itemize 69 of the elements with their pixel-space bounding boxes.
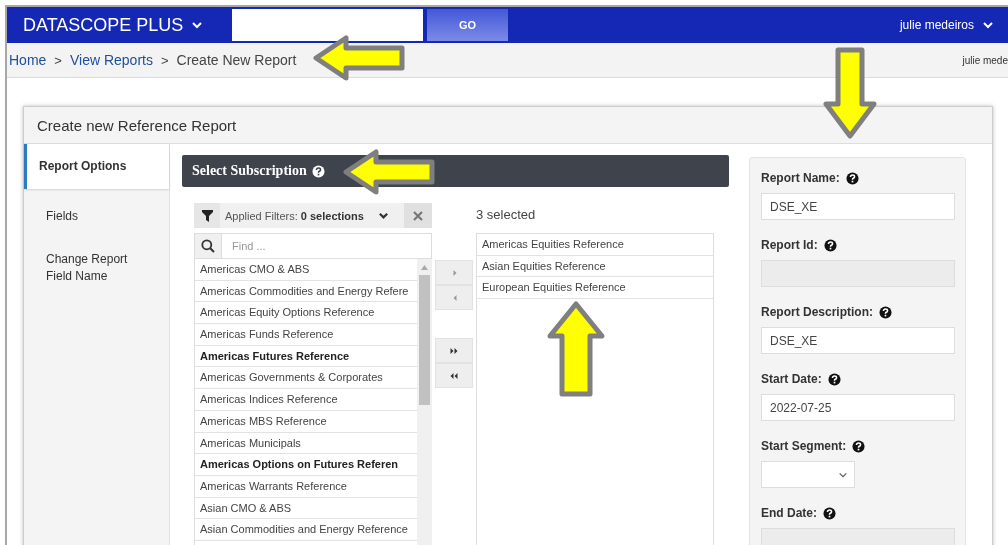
list-item[interactable]: Asian CMO & ABS [195,497,417,520]
card-title: Create new Reference Report [37,116,237,134]
filter-icon [201,209,213,222]
double-triangle-icon [450,372,458,379]
list-item[interactable]: Americas CMO & ABS [195,259,417,281]
breadcrumb-link[interactable]: Home [9,52,47,68]
list-item[interactable]: European Equities Reference [477,277,713,300]
chevron-icon [982,19,994,31]
triangle-icon [451,294,457,301]
field-label: Report Description: [761,305,873,319]
breadcrumb-current: Create New Report [176,52,297,68]
search-field[interactable] [232,9,423,41]
list-item[interactable]: Americas Options on Futures Referen [195,454,417,476]
scroll-thumb[interactable] [419,275,430,405]
help-icon [852,439,866,453]
chevron-icon [377,210,389,221]
move-left-button[interactable] [435,285,473,310]
search-icon [201,239,215,253]
chevron-icon [191,19,204,31]
help-icon [827,372,841,386]
list-item[interactable]: Americas Commodities and Energy Refere [195,280,417,303]
breadcrumb-link[interactable]: View Reports [69,52,153,68]
list-item[interactable]: Americas Governments & Corporates [195,367,417,390]
list-item[interactable]: Americas Funds Reference [195,324,417,346]
move-right-button[interactable] [435,260,473,285]
field-label: End Date: [761,506,817,520]
nav-item[interactable]: Change Report Field Name [24,242,163,294]
go-button[interactable]: GO [427,9,508,41]
section-title: Select Subscription [192,163,307,179]
app-title[interactable]: DATASCOPE PLUS [23,14,184,36]
list-item[interactable]: Americas MBS Reference [195,410,417,433]
close-icon [413,210,423,221]
filter-label: Applied Filters: 0 selections [225,209,364,222]
nav-item[interactable]: Fields [24,199,169,234]
list-item[interactable]: Americas Municipals [195,432,417,455]
user-name: julie mede [962,54,1008,66]
move-all-right-button[interactable] [435,338,473,363]
scrollbar[interactable] [417,259,432,545]
selected-count: 3 selected [476,206,537,224]
list-item[interactable]: Americas Equities Reference [477,234,713,256]
list-item[interactable]: Asian Commodities and Energy Reference [195,519,417,541]
list-item[interactable]: Americas Equity Options Reference [195,302,417,325]
list-item[interactable]: Americas Indices Reference [195,389,417,411]
input-field[interactable]: DSE_XE [761,193,955,220]
list-item[interactable]: Americas Warrants Reference [195,475,417,498]
breadcrumb-separator: > [160,52,169,68]
list-item[interactable]: Asian Equities Reference [477,255,713,278]
field-label: Report Id: [761,238,818,252]
nav-item[interactable]: Report Options [24,144,169,189]
scroll-up-icon [421,265,428,270]
help-icon [845,171,859,185]
field-label: Start Segment: [761,439,847,453]
breadcrumb-separator: > [54,52,62,68]
double-triangle-icon [450,347,458,354]
input-field[interactable]: DSE_XE [761,327,955,354]
move-all-left-button[interactable] [435,363,473,388]
dropdown[interactable] [761,461,855,488]
field-label: Report Name: [761,171,840,185]
help-icon [823,506,836,520]
field-label: Start Date: [761,372,822,386]
input-field[interactable]: 2022-07-25 [761,394,955,421]
help-icon [311,164,325,178]
triangle-icon [451,269,457,276]
user-menu[interactable]: julie medeiros [899,18,974,32]
help-icon [823,238,837,252]
list-item[interactable]: Americas Futures Reference [195,345,417,368]
filter-bar[interactable]: Applied Filters: 0 selections [194,203,432,228]
help-icon [879,305,892,319]
find-field[interactable]: Find ... [194,233,432,259]
